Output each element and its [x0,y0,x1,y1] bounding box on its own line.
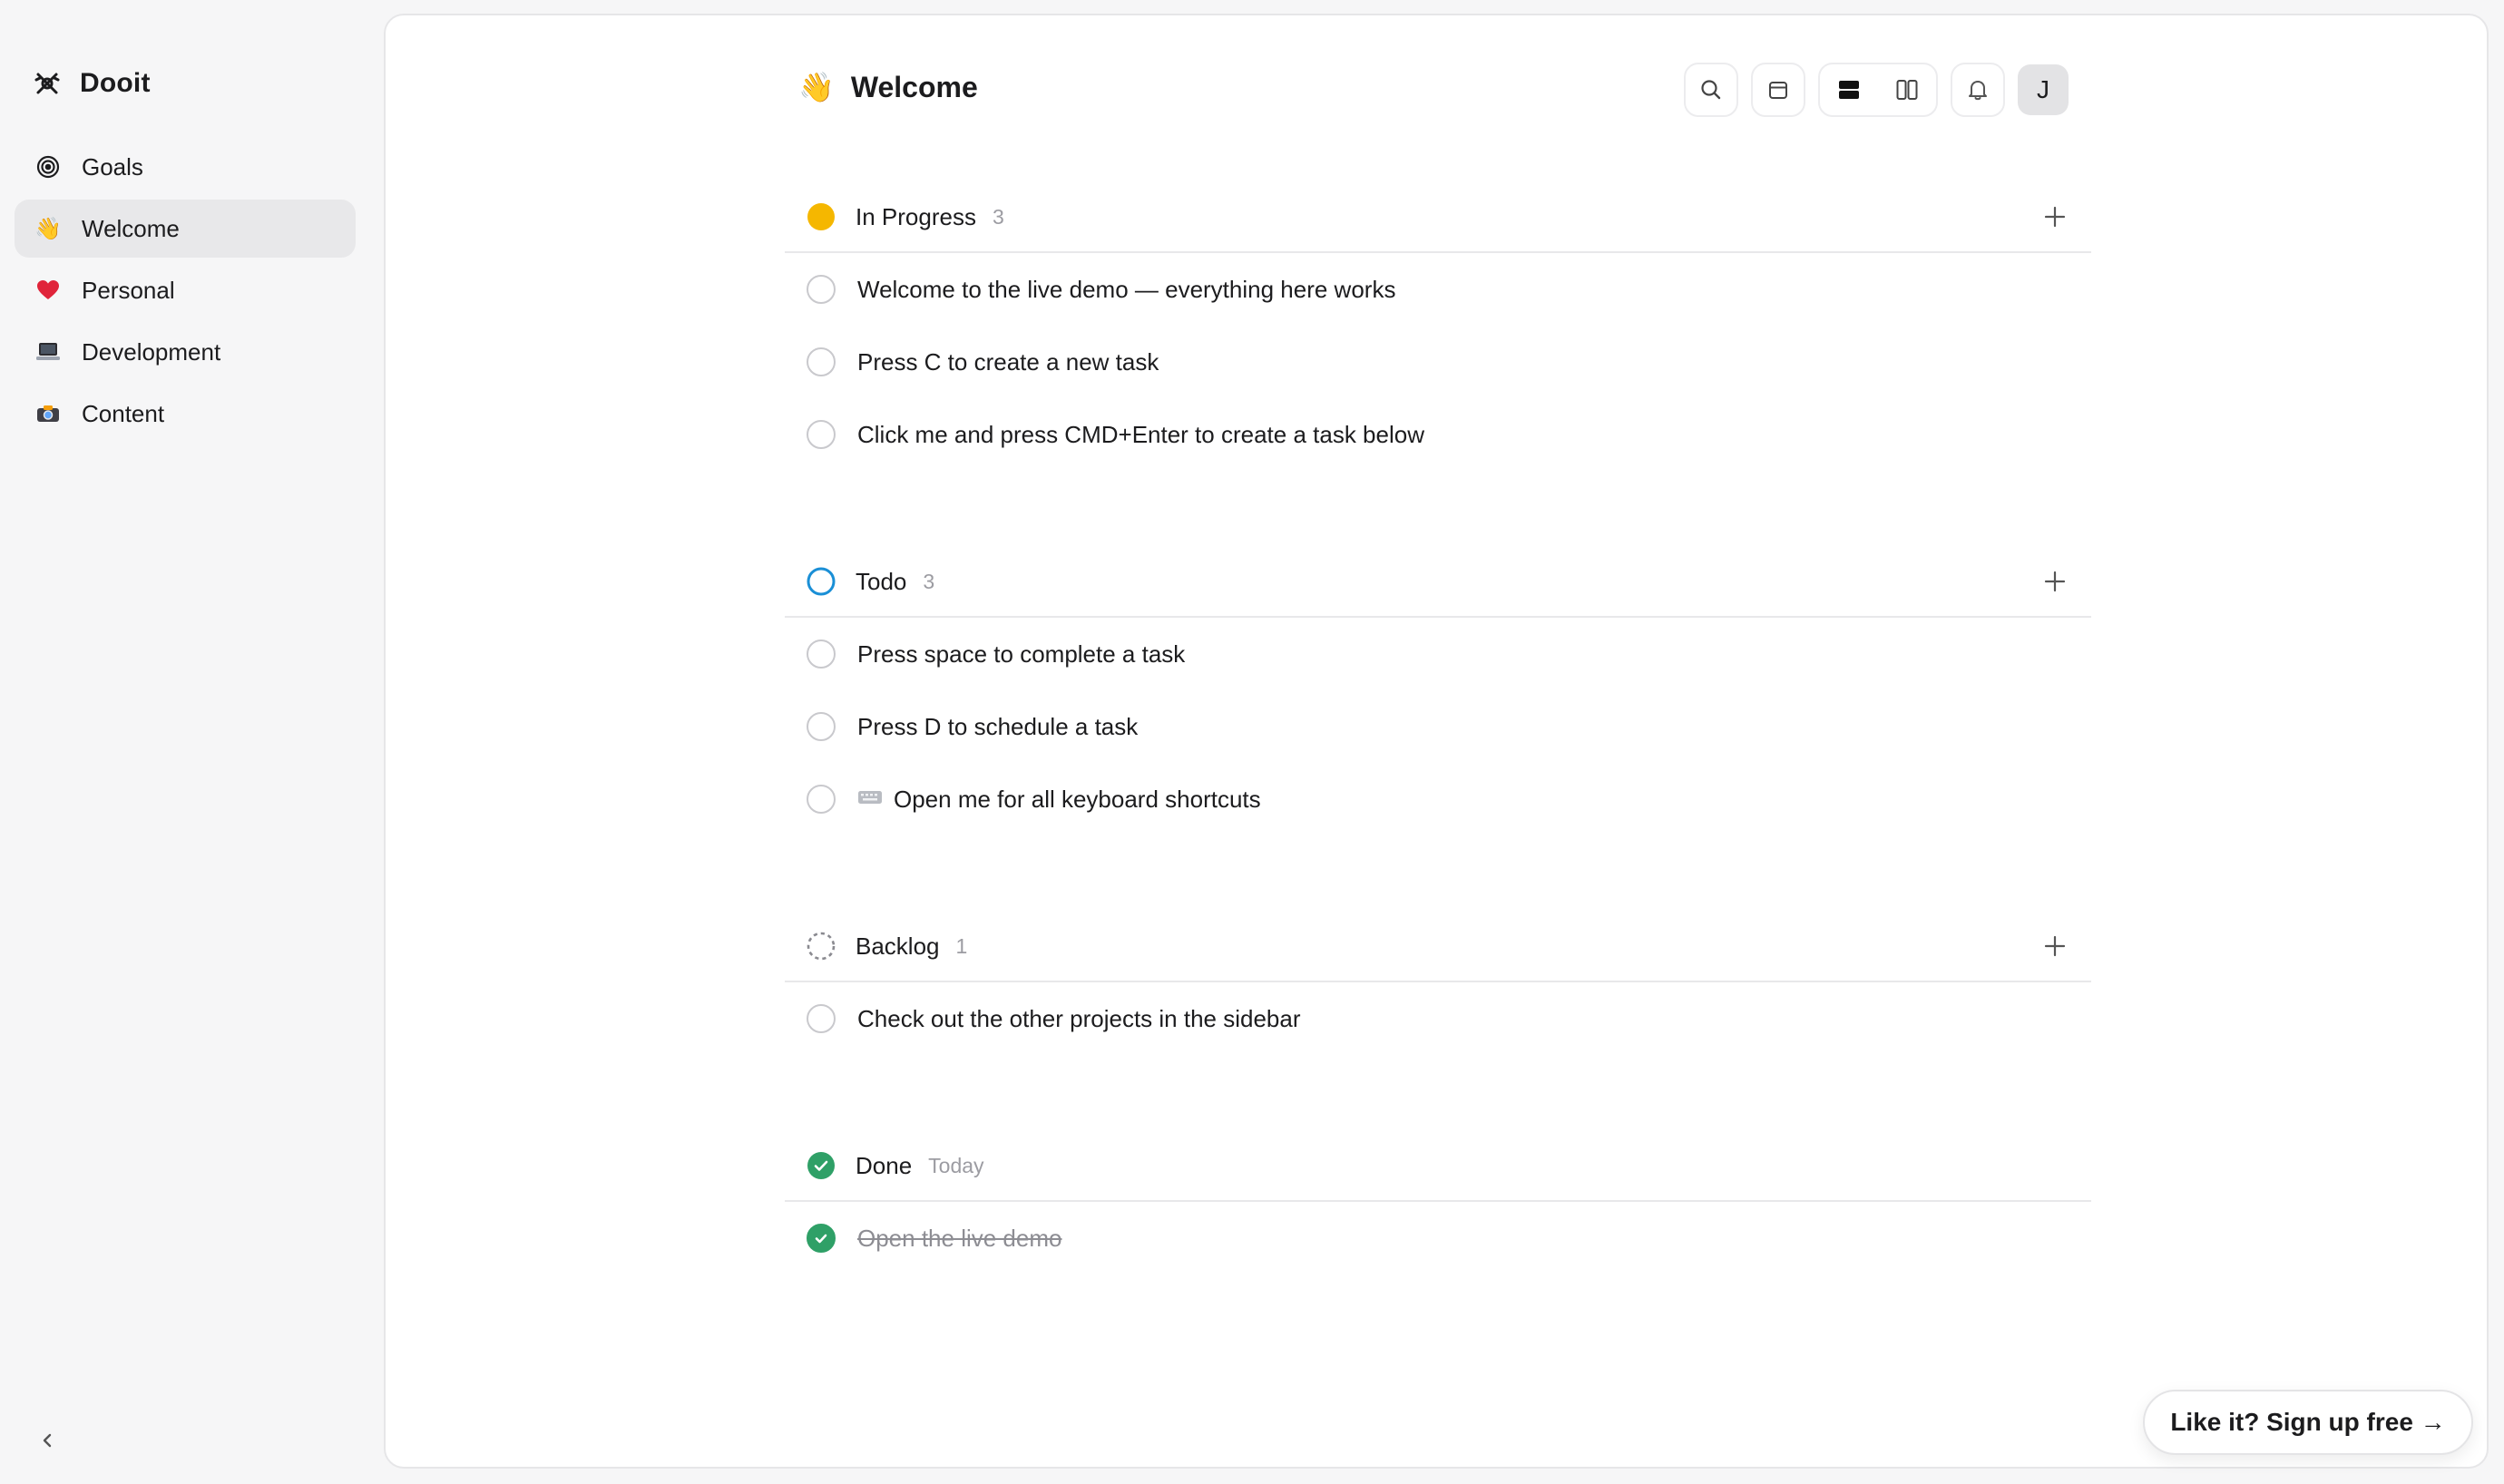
waving-hand-icon: 👋 [34,216,62,241]
brand-name: Dooit [80,68,151,98]
todo-status-icon [805,565,837,598]
avatar[interactable]: J [2018,64,2069,115]
bell-icon [1969,81,1987,101]
task-checkbox[interactable] [807,785,836,814]
page-title: 👋 Welcome [798,70,978,104]
toolbar: J [1671,63,2069,117]
task-title: Click me and press CMD+Enter to create a… [857,420,1424,448]
task-item[interactable]: Click me and press CMD+Enter to create a… [785,398,2091,471]
notifications-button[interactable] [1951,63,2005,117]
board-view-button[interactable] [1878,64,1936,115]
section-title: Done [856,1151,913,1179]
page-header: 👋 Welcome J [798,63,2069,117]
section-header[interactable]: Todo 3 [785,547,2091,618]
section-title: In Progress [856,202,976,230]
dooit-logo-icon [34,73,60,94]
task-item[interactable]: Press C to create a new task [785,326,2091,398]
task-checkbox[interactable] [807,1004,836,1033]
task-item[interactable]: Welcome to the live demo — everything he… [785,253,2091,326]
project-nav: Goals 👋 Welcome Personal Development Con… [15,138,356,446]
task-checkbox[interactable] [807,275,836,304]
brand[interactable]: Dooit [33,63,151,103]
sidebar-item-label: Welcome [82,214,180,242]
section-title: Backlog [856,932,940,960]
app-window: Dooit Goals 👋 Welcome Personal Developme… [0,0,2504,1484]
heart-icon [34,277,62,304]
sidebar-item-label: Personal [82,276,175,304]
plus-icon [2044,571,2066,592]
laptop-icon [34,338,62,366]
task-item[interactable]: Check out the other projects in the side… [785,982,2091,1055]
task-title: Press C to create a new task [857,347,1159,376]
task-title: Open me for all keyboard shortcuts [894,785,1261,813]
sidebar-item-development[interactable]: Development [15,323,356,381]
section-todo: Todo 3 Press space to complete a task Pr… [785,547,2091,835]
section-count: 3 [992,204,1004,229]
section-in-progress: In Progress 3 Welcome to the live demo —… [785,182,2091,471]
task-item[interactable]: Press D to schedule a task [785,690,2091,763]
sidebar-item-label: Development [82,337,221,366]
section-title: Todo [856,567,907,595]
task-title: Welcome to the live demo — everything he… [857,275,1396,303]
chevron-left-icon [43,1433,52,1448]
page-title-text: Welcome [850,70,978,103]
sidebar-item-label: Goals [82,152,143,181]
plus-icon [2044,206,2066,228]
task-checkbox[interactable] [807,639,836,669]
waving-hand-icon: 👋 [798,71,835,103]
sidebar: Dooit Goals 👋 Welcome Personal Developme… [0,0,372,1484]
plus-icon [2044,935,2066,957]
sidebar-item-content[interactable]: Content [15,385,356,443]
section-backlog: Backlog 1 Check out the other projects i… [785,912,2091,1055]
collapse-sidebar-button[interactable] [29,1422,65,1459]
task-title: Press space to complete a task [857,639,1186,668]
task-item[interactable]: Open the live demo [785,1202,2091,1274]
board-view-icon [1896,80,1918,100]
task-title: Press D to schedule a task [857,712,1139,740]
keyboard-icon [857,787,883,811]
checkmark-icon [815,1234,827,1244]
list-view-icon [1839,81,1859,99]
task-checkbox[interactable] [807,420,836,449]
signup-cta-button[interactable]: Like it? Sign up free → [2143,1390,2473,1455]
calendar-icon [1769,82,1787,99]
camera-icon [34,400,62,427]
task-title: Check out the other projects in the side… [857,1004,1301,1032]
task-item[interactable]: Open me for all keyboard shortcuts [785,763,2091,835]
section-count: 3 [923,569,935,593]
section-header[interactable]: Done Today [785,1131,2091,1202]
task-checkbox[interactable] [807,712,836,741]
add-task-button[interactable] [2039,565,2071,598]
section-done: Done Today Open the live demo [785,1131,2091,1274]
task-checkbox[interactable] [807,347,836,376]
search-button[interactable] [1684,63,1738,117]
section-count: 1 [955,933,968,958]
in-progress-status-icon [805,200,837,233]
task-title: Open the live demo [857,1224,1062,1252]
sidebar-item-personal[interactable]: Personal [15,261,356,319]
sidebar-item-welcome[interactable]: 👋 Welcome [15,200,356,258]
view-toggle [1818,63,1938,117]
list-view-button[interactable] [1820,64,1878,115]
target-icon [34,153,62,181]
done-status-icon [805,1149,837,1182]
add-task-button[interactable] [2039,200,2071,233]
calendar-button[interactable] [1751,63,1805,117]
sidebar-item-goals[interactable]: Goals [15,138,356,196]
main-panel: 👋 Welcome J In Progress 3 Welcome to the… [384,14,2489,1469]
add-task-button[interactable] [2039,930,2071,962]
task-item[interactable]: Press space to complete a task [785,618,2091,690]
backlog-status-icon [805,930,837,962]
search-icon [1701,80,1721,100]
sidebar-item-label: Content [82,399,165,427]
section-header[interactable]: Backlog 1 [785,912,2091,982]
section-header[interactable]: In Progress 3 [785,182,2091,253]
section-subtitle: Today [928,1153,984,1177]
task-checkbox-checked[interactable] [807,1224,836,1253]
